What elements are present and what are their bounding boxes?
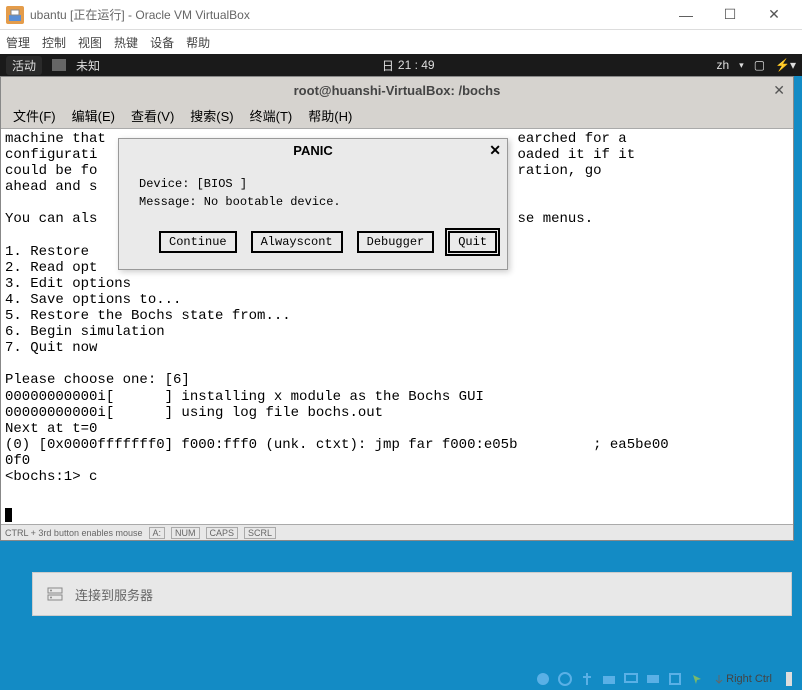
- connect-server-label: 连接到服务器: [75, 585, 153, 604]
- virtualbox-titlebar: ubantu [正在运行] - Oracle VM VirtualBox — ☐…: [0, 0, 802, 30]
- guest-desktop: 活动 未知 日 21 : 49 zh ▾ ▢ ⚡▾ root@huanshi-V…: [0, 54, 802, 690]
- panic-device-line: Device: [BIOS ]: [139, 177, 487, 191]
- virtualbox-tray: Right Ctrl: [530, 668, 802, 690]
- hard-disk-icon[interactable]: [534, 670, 552, 688]
- shared-folder-icon[interactable]: [600, 670, 618, 688]
- virtualbox-menubar: 管理 控制 视图 热键 设备 帮助: [0, 30, 802, 54]
- panic-close-button[interactable]: ✕: [489, 142, 501, 159]
- menu-help[interactable]: 帮助: [186, 34, 210, 51]
- bochs-status-bar: CTRL + 3rd button enables mouse A: NUM C…: [1, 524, 793, 540]
- activities-button[interactable]: 活动: [6, 56, 42, 75]
- menu-control[interactable]: 控制: [42, 34, 66, 51]
- menu-manage[interactable]: 管理: [6, 34, 30, 51]
- server-icon: [47, 586, 63, 602]
- panic-dialog: PANIC ✕ Device: [BIOS ] Message: No boot…: [118, 138, 508, 270]
- host-key-indicator[interactable]: Right Ctrl: [714, 673, 772, 685]
- panic-button-row: Continue Alwayscont Debugger Quit: [119, 227, 507, 269]
- display-icon[interactable]: [622, 670, 640, 688]
- optical-disk-icon[interactable]: [556, 670, 574, 688]
- tray-end-icon: [780, 670, 798, 688]
- drive-a-indicator: A:: [149, 527, 166, 539]
- window-title: ubantu [正在运行] - Oracle VM VirtualBox: [30, 6, 664, 23]
- maximize-button[interactable]: ☐: [708, 1, 752, 29]
- panic-message: Device: [BIOS ] Message: No bootable dev…: [119, 161, 507, 227]
- panic-message-line: Message: No bootable device.: [139, 195, 487, 209]
- current-app-label: 未知: [76, 57, 100, 74]
- recording-icon[interactable]: [644, 670, 662, 688]
- clock-day: 日: [382, 57, 394, 74]
- alwayscont-button[interactable]: Alwayscont: [251, 231, 343, 253]
- continue-button[interactable]: Continue: [159, 231, 237, 253]
- current-app-icon: [52, 59, 66, 71]
- mouse-integration-icon[interactable]: [688, 670, 706, 688]
- minimize-button[interactable]: —: [664, 1, 708, 29]
- input-method-indicator[interactable]: zh: [716, 58, 729, 72]
- term-menu-help[interactable]: 帮助(H): [302, 104, 358, 127]
- menu-view[interactable]: 视图: [78, 34, 102, 51]
- virtualbox-icon: [6, 6, 24, 24]
- clock-time: 21 : 49: [398, 58, 435, 72]
- term-menu-file[interactable]: 文件(F): [7, 104, 62, 127]
- power-indicator[interactable]: ⚡▾: [775, 58, 796, 72]
- terminal-titlebar[interactable]: root@huanshi-VirtualBox: /bochs ✕: [1, 77, 793, 103]
- terminal-close-button[interactable]: ✕: [773, 82, 785, 99]
- term-menu-edit[interactable]: 编辑(E): [66, 104, 121, 127]
- connect-server-bar[interactable]: 连接到服务器: [32, 572, 792, 616]
- panic-title-text: PANIC: [293, 143, 332, 158]
- host-key-arrow-icon: [714, 674, 724, 684]
- cpu-icon[interactable]: [666, 670, 684, 688]
- close-button[interactable]: ✕: [752, 1, 796, 29]
- debugger-button[interactable]: Debugger: [357, 231, 435, 253]
- term-menu-terminal[interactable]: 终端(T): [244, 104, 299, 127]
- mouse-hint: CTRL + 3rd button enables mouse: [5, 528, 143, 538]
- caps-lock-indicator: CAPS: [206, 527, 239, 539]
- usb-icon[interactable]: [578, 670, 596, 688]
- term-menu-view[interactable]: 查看(V): [125, 104, 180, 127]
- menu-devices[interactable]: 设备: [150, 34, 174, 51]
- terminal-menubar: 文件(F) 编辑(E) 查看(V) 搜索(S) 终端(T) 帮助(H): [1, 103, 793, 129]
- terminal-title: root@huanshi-VirtualBox: /bochs: [294, 83, 501, 98]
- scroll-lock-indicator: SCRL: [244, 527, 276, 539]
- gnome-top-bar: 活动 未知 日 21 : 49 zh ▾ ▢ ⚡▾: [0, 54, 802, 76]
- clock[interactable]: 日 21 : 49: [382, 57, 435, 74]
- panic-titlebar[interactable]: PANIC ✕: [119, 139, 507, 161]
- num-lock-indicator: NUM: [171, 527, 200, 539]
- term-menu-search[interactable]: 搜索(S): [184, 104, 239, 127]
- menu-hotkeys[interactable]: 热键: [114, 34, 138, 51]
- quit-button[interactable]: Quit: [448, 231, 497, 253]
- tray-app-icon[interactable]: ▢: [754, 58, 765, 72]
